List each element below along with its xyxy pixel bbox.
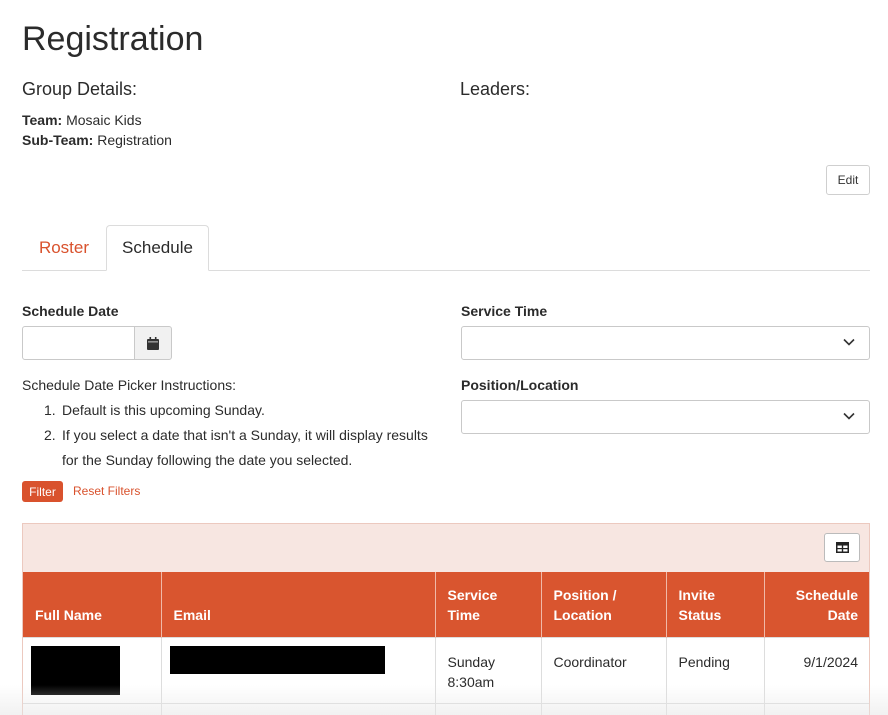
calendar-button[interactable] [134,326,172,360]
cell-position: Coordinator [541,636,667,703]
instruction-item: 1. Default is this upcoming Sunday. [44,402,265,418]
schedule-grid: Full Name Email Service Time Position / … [22,523,870,715]
chevron-down-icon [843,338,855,346]
team-value: Mosaic Kids [66,112,142,128]
cell-service-time: Sunday 8:30am [435,636,542,703]
schedule-date-input[interactable] [22,326,135,360]
edit-button[interactable]: Edit [826,165,870,195]
team-detail: Team: Mosaic Kids [22,112,142,128]
schedule-table: Full Name Email Service Time Position / … [23,572,869,715]
redacted-email [169,645,385,674]
service-time-label: Service Time [461,303,548,319]
column-picker-button[interactable] [824,533,860,562]
tab-roster[interactable]: Roster [22,225,106,270]
leaders-heading: Leaders: [460,79,531,99]
chevron-down-icon [843,412,855,420]
schedule-date-label: Schedule Date [22,303,119,319]
tab-bar: Roster Schedule [22,225,870,271]
col-header-invite-status[interactable]: Invite Status [666,572,765,637]
cell-full-name [23,636,162,703]
redacted-full-name [31,645,120,695]
position-location-label: Position/Location [461,377,579,393]
cell-invite-status: Pending [666,636,765,703]
group-details-heading: Group Details: [22,79,138,99]
calendar-icon [147,336,159,350]
table-row[interactable] [23,702,869,715]
subteam-detail: Sub-Team: Registration [22,132,172,148]
col-header-full-name[interactable]: Full Name [23,572,162,637]
page-title: Registration [22,20,204,58]
subteam-value: Registration [97,132,172,148]
col-header-service-time[interactable]: Service Time [435,572,542,637]
position-location-select[interactable] [461,400,870,434]
tab-schedule[interactable]: Schedule [106,225,209,271]
subteam-label: Sub-Team: [22,132,94,148]
grid-actions-bar [23,524,869,572]
col-header-email[interactable]: Email [161,572,436,637]
team-label: Team: [22,112,63,128]
table-header-row: Full Name Email Service Time Position / … [23,572,869,637]
table-columns-icon [835,542,849,553]
filter-button[interactable]: Filter [22,481,63,502]
cell-email [161,636,436,703]
instructions-list: 1. Default is this upcoming Sunday. 2. If … [44,398,444,473]
col-header-schedule-date[interactable]: Schedule Date [764,572,869,637]
reset-filters-link[interactable]: Reset Filters [73,484,140,498]
instructions-title: Schedule Date Picker Instructions: [22,377,236,393]
service-time-select[interactable] [461,326,870,360]
table-row[interactable]: Sunday 8:30am Coordinator Pending 9/1/20… [23,636,869,703]
cell-schedule-date: 9/1/2024 [764,636,869,703]
instruction-item: 2. If you select a date that isn't a Sund… [44,427,428,468]
col-header-position[interactable]: Position / Location [541,572,667,637]
